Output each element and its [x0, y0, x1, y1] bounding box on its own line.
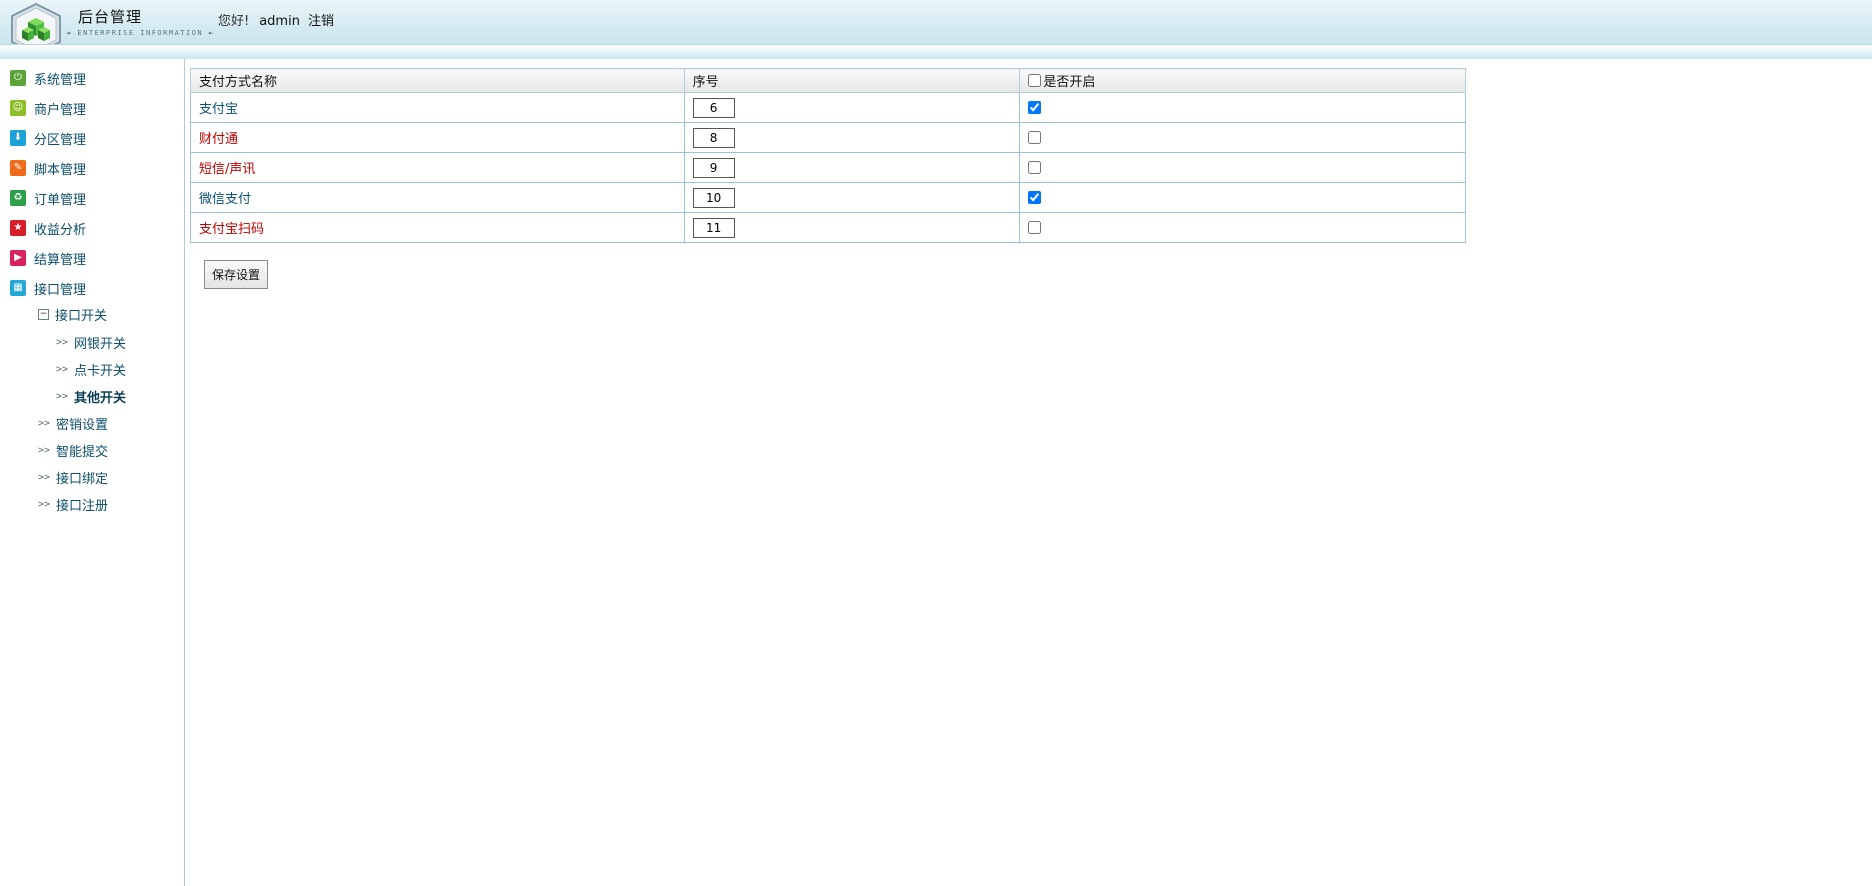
table-row: 支付宝扫码: [190, 212, 1466, 243]
payment-methods-table: 支付方式名称 序号 是否开启 支付宝 财付通 短信/声讯: [190, 68, 1466, 243]
sidebar-item-interfaces[interactable]: ▦ 接口管理: [10, 277, 86, 299]
sidebar-item-interface-binding[interactable]: >> 接口绑定: [38, 467, 108, 487]
table-row: 短信/声讯: [190, 152, 1466, 183]
chevron-right-icon: >>: [38, 417, 51, 429]
sidebar-item-orders[interactable]: ♻ 订单管理: [10, 187, 86, 209]
enabled-checkbox[interactable]: [1028, 131, 1042, 144]
chevron-right-icon: >>: [56, 363, 69, 375]
submenu-label: 接口开关: [55, 308, 108, 324]
chevron-right-icon: >>: [38, 444, 51, 456]
sidebar-item-label: 收益分析: [34, 222, 87, 238]
sub-item-label: 接口绑定: [56, 471, 109, 487]
order-cell: [683, 182, 1021, 213]
sidebar-item-label: 接口管理: [34, 282, 87, 298]
column-header-enabled-label: 是否开启: [1043, 74, 1096, 90]
chevron-right-icon: >>: [56, 336, 69, 348]
chevron-right-icon: >>: [38, 471, 51, 483]
order-cell: [683, 92, 1021, 123]
table-header-row: 支付方式名称 序号 是否开启: [190, 68, 1466, 93]
smile-icon: ☺: [10, 100, 26, 116]
sub-item-label: 智能提交: [56, 444, 109, 460]
submenu-interface-switch[interactable]: − 接口开关: [38, 304, 107, 324]
sidebar-item-label: 结算管理: [34, 252, 87, 268]
username: admin: [259, 14, 300, 29]
enabled-checkbox[interactable]: [1028, 101, 1042, 114]
power-icon: ⏻: [10, 70, 26, 86]
sub-item-label: 网银开关: [74, 336, 127, 352]
header-divider: [0, 44, 1872, 59]
sub-item-label: 点卡开关: [74, 363, 127, 379]
user-greeting: 您好! admin 注销: [218, 10, 342, 29]
sub-item-label: 其他开关: [74, 390, 127, 406]
enabled-checkbox[interactable]: [1028, 161, 1042, 174]
sidebar-item-label: 分区管理: [34, 132, 87, 148]
logout-link[interactable]: 注销: [308, 14, 334, 29]
column-header-enabled: 是否开启: [1019, 68, 1466, 93]
play-icon: ▶: [10, 250, 26, 266]
grid-icon: ▦: [10, 280, 26, 296]
order-cell: [683, 122, 1021, 153]
order-input[interactable]: [692, 187, 735, 208]
chevron-right-icon: >>: [38, 498, 51, 510]
download-icon: ⬇: [10, 130, 26, 146]
order-cell: [683, 212, 1021, 243]
sidebar: ⏻ 系统管理 ☺ 商户管理 ⬇ 分区管理 ✎ 脚本管理 ♻ 订单管理 ★ 收益分…: [0, 59, 185, 886]
sub-item-label: 密销设置: [56, 417, 109, 433]
select-all-checkbox[interactable]: [1028, 73, 1042, 87]
sub-item-card-switch[interactable]: >> 点卡开关: [56, 359, 126, 379]
sidebar-item-scripts[interactable]: ✎ 脚本管理: [10, 157, 86, 179]
sidebar-item-settlement[interactable]: ▶ 结算管理: [10, 247, 86, 269]
payment-name: 支付宝扫码: [190, 212, 685, 243]
app-subtitle: ◄ ENTERPRISE INFORMATION ►: [66, 29, 215, 37]
column-header-name: 支付方式名称: [190, 68, 685, 93]
payment-name: 微信支付: [190, 182, 685, 213]
enabled-cell: [1019, 182, 1466, 213]
sidebar-item-merchants[interactable]: ☺ 商户管理: [10, 97, 86, 119]
top-header: 后台管理 ◄ ENTERPRISE INFORMATION ► 您好! admin…: [0, 0, 1872, 59]
sidebar-item-label: 订单管理: [34, 192, 87, 208]
table-row: 财付通: [190, 122, 1466, 153]
enabled-checkbox[interactable]: [1028, 221, 1042, 234]
column-header-order: 序号: [683, 68, 1021, 93]
sub-item-bank-switch[interactable]: >> 网银开关: [56, 332, 126, 352]
order-input[interactable]: [692, 127, 735, 148]
payment-name: 财付通: [190, 122, 685, 153]
sidebar-item-label: 系统管理: [34, 72, 87, 88]
collapse-icon: −: [38, 308, 49, 320]
order-input[interactable]: [692, 157, 735, 178]
sidebar-item-label: 脚本管理: [34, 162, 87, 178]
sidebar-item-key-settings[interactable]: >> 密销设置: [38, 413, 108, 433]
greeting-text: 您好!: [218, 14, 250, 29]
star-icon: ★: [10, 220, 26, 236]
sidebar-item-partitions[interactable]: ⬇ 分区管理: [10, 127, 86, 149]
sub-item-other-switch[interactable]: >> 其他开关: [56, 386, 126, 406]
pencil-icon: ✎: [10, 160, 26, 176]
enabled-cell: [1019, 212, 1466, 243]
sidebar-item-smart-submit[interactable]: >> 智能提交: [38, 440, 108, 460]
chevron-right-icon: >>: [56, 390, 69, 402]
sidebar-item-system[interactable]: ⏻ 系统管理: [10, 67, 86, 89]
table-row: 支付宝: [190, 92, 1466, 123]
order-input[interactable]: [692, 97, 735, 118]
recycle-icon: ♻: [10, 190, 26, 206]
enabled-cell: [1019, 122, 1466, 153]
save-settings-button[interactable]: 保存设置: [204, 260, 269, 289]
payment-name: 支付宝: [190, 92, 685, 123]
enabled-cell: [1019, 152, 1466, 183]
enabled-checkbox[interactable]: [1028, 191, 1042, 204]
sub-item-label: 接口注册: [56, 498, 109, 514]
sidebar-item-label: 商户管理: [34, 102, 87, 118]
app-title: 后台管理: [78, 8, 143, 26]
order-input[interactable]: [692, 217, 735, 238]
sidebar-item-revenue[interactable]: ★ 收益分析: [10, 217, 86, 239]
order-cell: [683, 152, 1021, 183]
payment-name: 短信/声讯: [190, 152, 685, 183]
table-row: 微信支付: [190, 182, 1466, 213]
enabled-cell: [1019, 92, 1466, 123]
sidebar-item-interface-register[interactable]: >> 接口注册: [38, 494, 108, 514]
